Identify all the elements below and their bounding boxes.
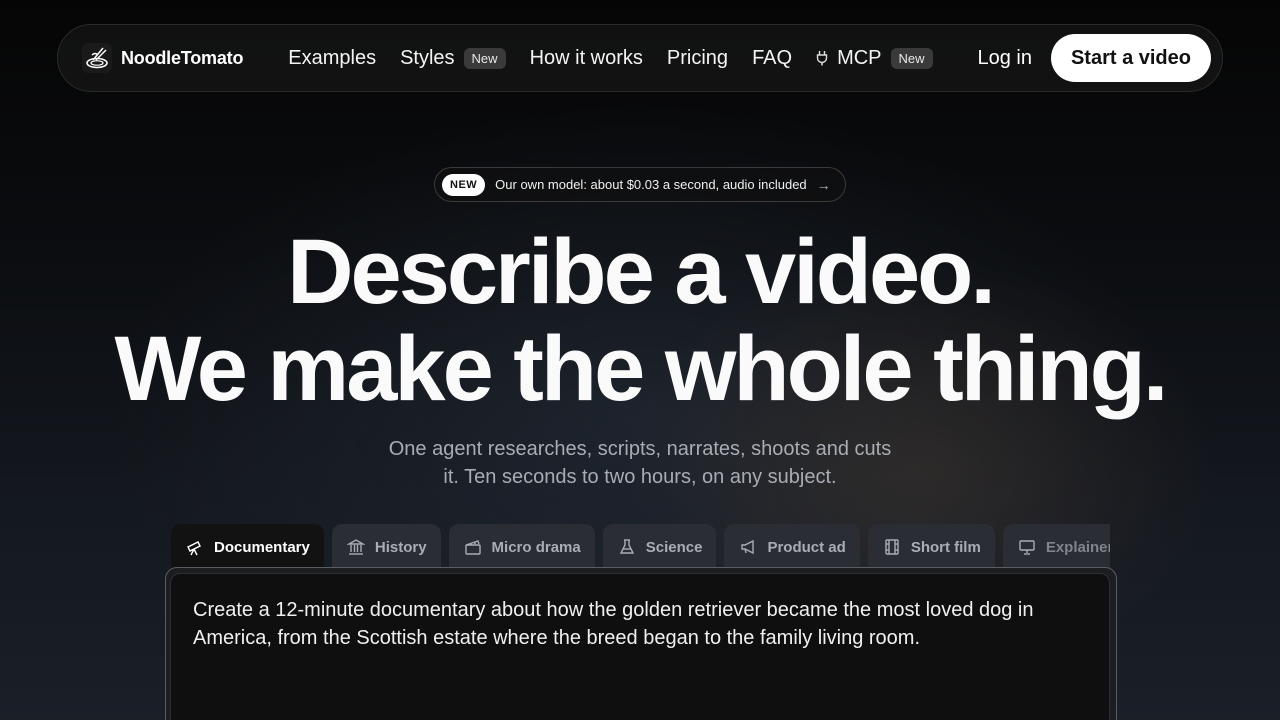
hero-subtitle: One agent researches, scripts, narrates,…: [388, 438, 892, 488]
film-icon: [883, 538, 901, 556]
tab-label: Micro drama: [491, 538, 581, 556]
arrow-right-icon: →: [816, 176, 831, 193]
announcement-text: Our own model: about $0.03 a second, aud…: [495, 177, 807, 192]
flask-icon: [618, 538, 636, 556]
nav-how-it-works[interactable]: How it works: [530, 47, 643, 70]
nav-styles-label: Styles: [400, 46, 455, 69]
presentation-icon: [1018, 538, 1036, 556]
tab-short-film[interactable]: Short film: [867, 524, 995, 570]
nav-mcp[interactable]: MCP New: [816, 46, 933, 70]
tab-label: Explainer: [1045, 538, 1110, 556]
tab-science[interactable]: Science: [602, 524, 717, 570]
login-link[interactable]: Log in: [977, 47, 1032, 70]
new-badge: New: [463, 47, 506, 69]
category-tabs: Documentary History Micro drama Science: [171, 524, 1110, 570]
nav-faq-label: FAQ: [752, 46, 793, 69]
nav-examples-label: Examples: [288, 46, 377, 69]
prompt-input[interactable]: Create a 12-minute documentary about how…: [170, 573, 1110, 720]
clapperboard-icon: [464, 538, 482, 556]
tab-label: Documentary: [214, 538, 310, 556]
hero-title-line-1: Describe a video.: [287, 221, 996, 323]
brand[interactable]: NoodleTomato: [82, 43, 243, 73]
nav-pricing-label: Pricing: [666, 46, 729, 69]
tab-label: Science: [645, 538, 703, 556]
nav-links: Examples Styles New How it works Pricing…: [288, 47, 956, 70]
nav-styles[interactable]: Styles New: [400, 46, 506, 70]
noodle-bowl-icon: [82, 43, 112, 73]
nav-actions: Log in Start a video: [977, 34, 1211, 82]
megaphone-icon: [739, 538, 757, 556]
hero-title-line-2: We make the whole thing.: [114, 318, 1169, 420]
tab-label: History: [374, 538, 427, 556]
prompt-text[interactable]: Create a 12-minute documentary about how…: [193, 596, 1087, 652]
announcement-pill[interactable]: NEW Our own model: about $0.03 a second,…: [434, 167, 846, 202]
museum-icon: [346, 538, 365, 556]
nav-pricing[interactable]: Pricing: [667, 47, 728, 70]
tab-documentary[interactable]: Documentary: [171, 524, 324, 570]
new-badge: New: [890, 47, 933, 69]
nav-faq[interactable]: FAQ: [752, 47, 792, 70]
tab-label: Product ad: [767, 538, 846, 556]
tab-product-ad[interactable]: Product ad: [724, 524, 860, 570]
start-video-button[interactable]: Start a video: [1050, 34, 1211, 82]
nav-examples[interactable]: Examples: [288, 47, 376, 70]
nav-how-it-works-label: How it works: [529, 46, 643, 69]
tab-micro-drama[interactable]: Micro drama: [448, 524, 595, 570]
top-nav: NoodleTomato Examples Styles New How it …: [57, 24, 1223, 92]
nav-mcp-label: MCP: [837, 46, 882, 69]
telescope-icon: [186, 538, 204, 556]
tab-history[interactable]: History: [331, 524, 441, 570]
tab-explainer[interactable]: Explainer: [1002, 524, 1110, 570]
tab-label: Short film: [910, 538, 981, 556]
plug-icon: [816, 50, 828, 66]
announcement-badge: NEW: [442, 173, 486, 196]
brand-name: NoodleTomato: [121, 47, 244, 68]
